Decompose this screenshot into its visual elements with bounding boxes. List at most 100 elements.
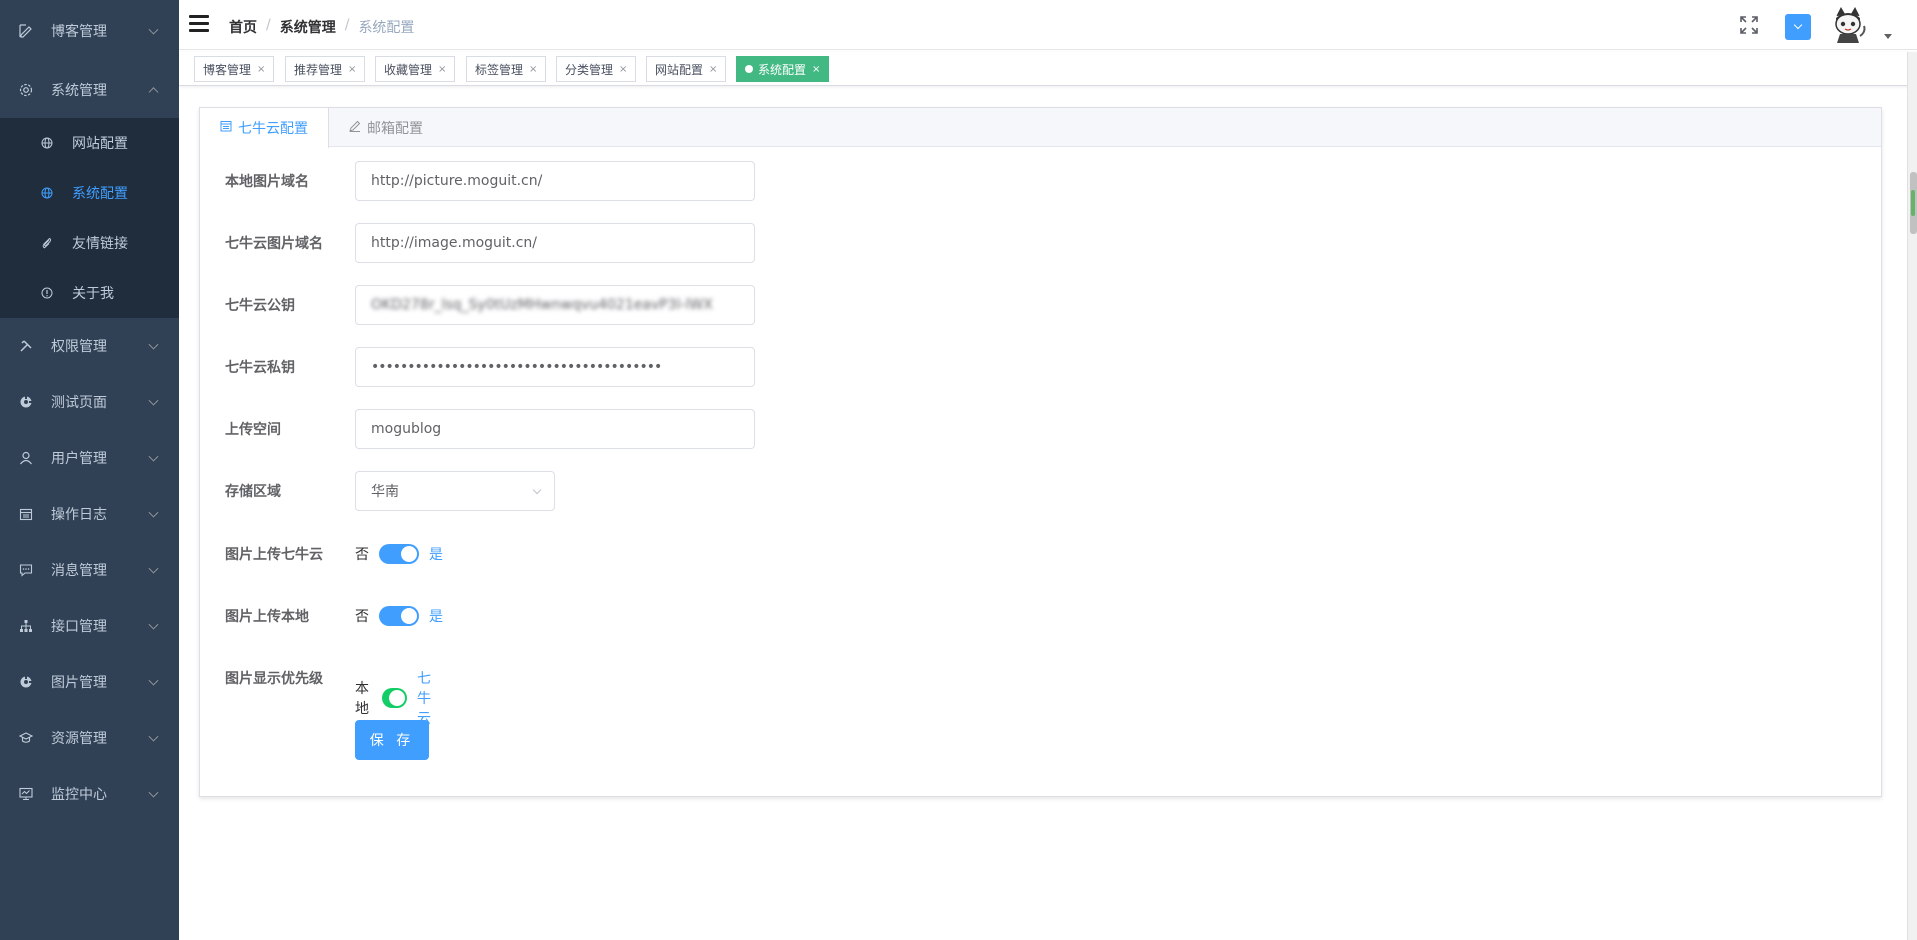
chevron-down-icon — [148, 339, 159, 350]
page-scrollbar[interactable] — [1907, 52, 1917, 940]
label-secret-key: 七牛云私钥 — [225, 360, 295, 376]
upload-qiniu-toggle[interactable] — [379, 544, 419, 564]
tag-label: 系统配置 — [758, 62, 807, 77]
pencil-icon — [349, 120, 361, 136]
scrollbar-thumb[interactable] — [1910, 172, 1917, 234]
close-icon[interactable]: × — [348, 64, 356, 75]
priority-toggle[interactable] — [382, 688, 408, 708]
label-access-key: 七牛云公钥 — [225, 298, 295, 314]
sidebar-item-label: 网站配置 — [72, 136, 128, 152]
tabs-header: 七牛云配置 邮箱配置 — [200, 108, 1881, 148]
close-icon[interactable]: × — [709, 64, 717, 75]
chevron-down-icon — [148, 563, 159, 574]
sidebar-item-system[interactable]: 系统管理 — [0, 62, 179, 118]
sidebar-item-label: 关于我 — [72, 286, 114, 302]
sidebar-item-users[interactable]: 用户管理 — [0, 430, 179, 486]
sidebar-item-logs[interactable]: 操作日志 — [0, 486, 179, 542]
sidebar-item-permission[interactable]: 权限管理 — [0, 318, 179, 374]
tag-label: 网站配置 — [655, 62, 704, 77]
tab-label: 七牛云配置 — [238, 121, 308, 137]
switch-off-label[interactable]: 否 — [355, 544, 369, 564]
chevron-down-icon — [148, 731, 159, 742]
upload-qiniu-switch-group: 否 是 — [355, 544, 443, 564]
label-area: 存储区域 — [225, 484, 281, 500]
sidebar-item-system-config[interactable]: 系统配置 — [0, 168, 179, 218]
sidebar-item-blog[interactable]: 博客管理 — [0, 0, 179, 62]
tag-recommend[interactable]: 推荐管理 × — [285, 56, 366, 82]
sidebar-item-label: 权限管理 — [51, 339, 107, 355]
breadcrumb-system[interactable]: 系统管理 — [280, 17, 336, 37]
sidebar-item-site-config[interactable]: 网站配置 — [0, 118, 179, 168]
sidebar-item-messages[interactable]: 消息管理 — [0, 542, 179, 598]
tag-label: 收藏管理 — [384, 62, 433, 77]
form-row-priority: 图片显示优先级 本地 七牛云 — [200, 658, 431, 727]
label-upload-local: 图片上传本地 — [225, 609, 309, 625]
upload-local-toggle[interactable] — [379, 606, 419, 626]
switch-off-label[interactable]: 否 — [355, 606, 369, 626]
secret-key-input[interactable]: •••••••••••••••••••••••••••••••••••••••• — [355, 347, 755, 387]
avatar[interactable] — [1829, 6, 1867, 44]
close-icon[interactable]: × — [257, 64, 265, 75]
close-icon[interactable]: × — [529, 64, 537, 75]
label-upload-qiniu: 图片上传七牛云 — [225, 547, 323, 563]
fullscreen-icon[interactable] — [1740, 16, 1758, 34]
sidebar-item-label: 资源管理 — [51, 731, 107, 747]
chevron-up-icon — [148, 87, 159, 98]
chevron-down-icon — [148, 24, 159, 35]
hamburger-icon[interactable] — [189, 15, 209, 33]
caret-down-icon[interactable] — [1884, 34, 1892, 39]
sidebar-item-api[interactable]: 接口管理 — [0, 598, 179, 654]
config-card: 七牛云配置 邮箱配置 本地图片域名 http://picture.moguit.… — [199, 107, 1882, 797]
form-row-upload-local: 图片上传本地 否 是 — [200, 596, 443, 636]
edit-icon — [18, 23, 34, 39]
sidebar-item-label: 系统配置 — [72, 186, 128, 202]
dropdown-button[interactable] — [1785, 14, 1811, 40]
form-row-local-domain: 本地图片域名 http://picture.moguit.cn/ — [200, 161, 755, 201]
close-icon[interactable]: × — [619, 64, 627, 75]
form-row-area: 存储区域 华南 — [200, 471, 555, 511]
breadcrumb-home[interactable]: 首页 — [229, 17, 257, 37]
switch-on-label[interactable]: 是 — [429, 606, 443, 626]
form-row-access-key: 七牛云公钥 OKD278r_lsq_Sy0tUzMHwnwqvu4021eavP… — [200, 285, 755, 325]
graduation-icon — [18, 730, 34, 746]
calendar-icon — [220, 120, 232, 136]
tab-email[interactable]: 邮箱配置 — [329, 108, 444, 148]
sidebar-item-monitor[interactable]: 监控中心 — [0, 766, 179, 822]
close-icon[interactable]: × — [438, 64, 446, 75]
tag-blog[interactable]: 博客管理 × — [194, 56, 275, 82]
breadcrumb-separator: / — [266, 17, 271, 33]
bucket-input[interactable]: mogublog — [355, 409, 755, 449]
tag-tag[interactable]: 标签管理 × — [466, 56, 547, 82]
local-domain-input[interactable]: http://picture.moguit.cn/ — [355, 161, 755, 201]
sidebar-item-images[interactable]: 图片管理 — [0, 654, 179, 710]
tag-system-config[interactable]: 系统配置 × — [736, 56, 830, 82]
area-select[interactable]: 华南 — [355, 471, 555, 511]
sidebar-item-friend-links[interactable]: 友情链接 — [0, 218, 179, 268]
tag-category[interactable]: 分类管理 × — [556, 56, 637, 82]
sidebar-item-resources[interactable]: 资源管理 — [0, 710, 179, 766]
sidebar-item-test[interactable]: 测试页面 — [0, 374, 179, 430]
sidebar-item-about[interactable]: 关于我 — [0, 268, 179, 318]
tag-site-config[interactable]: 网站配置 × — [646, 56, 727, 82]
active-dot-icon — [745, 65, 753, 73]
tab-qiniu[interactable]: 七牛云配置 — [200, 108, 329, 148]
switch-on-label[interactable]: 是 — [429, 544, 443, 564]
navbar: 首页 / 系统管理 / 系统配置 — [179, 0, 1917, 50]
breadcrumb-separator: / — [344, 17, 350, 33]
tag-collect[interactable]: 收藏管理 × — [375, 56, 456, 82]
sidebar-item-label: 监控中心 — [51, 787, 107, 803]
qiniu-domain-input[interactable]: http://image.moguit.cn/ — [355, 223, 755, 263]
tags-view: 博客管理 × 推荐管理 × 收藏管理 × 标签管理 × 分类管理 × 网站配置 × 系统配置… — [179, 52, 1917, 86]
access-key-input[interactable]: OKD278r_lsq_Sy0tUzMHwnwqvu4021eavP3l-lWX — [355, 285, 755, 325]
info-icon — [40, 286, 54, 300]
chevron-down-icon — [148, 619, 159, 630]
save-button[interactable]: 保 存 — [355, 720, 429, 760]
label-qiniu-domain: 七牛云图片域名 — [225, 236, 323, 252]
sidebar-item-label: 系统管理 — [51, 83, 107, 99]
switch-off-label[interactable]: 本地 — [355, 678, 372, 718]
switch-on-label[interactable]: 七牛云 — [417, 668, 443, 728]
chevron-down-icon — [148, 787, 159, 798]
monitor-icon — [18, 786, 34, 802]
close-icon[interactable]: × — [812, 64, 820, 75]
globe-icon — [40, 186, 54, 200]
